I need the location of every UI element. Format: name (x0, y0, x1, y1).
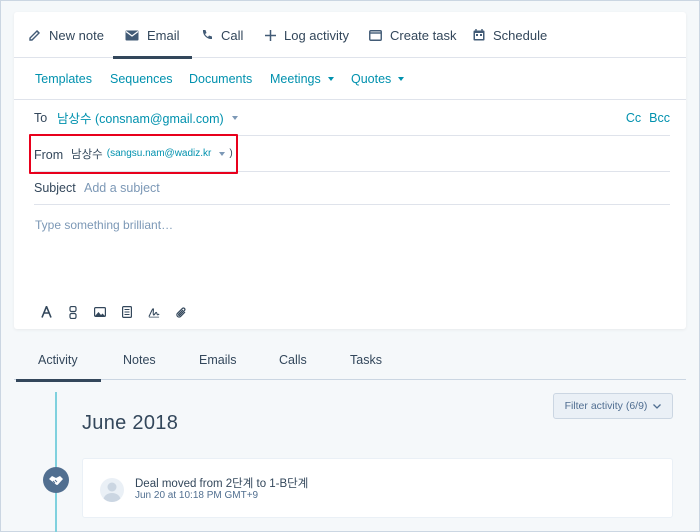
signature-icon[interactable] (148, 305, 160, 319)
to-recipient[interactable]: 남상수 (consnam@gmail.com) (57, 108, 238, 127)
timeline-line (55, 392, 57, 532)
subject-input[interactable]: Add a subject (84, 181, 160, 195)
chevron-down-icon (398, 77, 405, 81)
documents-label: Documents (189, 72, 253, 86)
quotes-label: Quotes (351, 72, 392, 86)
to-value: 남상수 (consnam@gmail.com) (57, 112, 224, 126)
envelope-icon (125, 30, 139, 41)
tab-log-activity[interactable]: Log activity (265, 12, 349, 58)
tab-create-task[interactable]: Create task (369, 12, 456, 58)
tab-label: Email (147, 27, 180, 43)
meetings-dropdown[interactable]: Meetings (270, 58, 334, 100)
tab-notes[interactable]: Notes (123, 340, 156, 380)
filter-label: Filter activity (6/9) (564, 400, 648, 412)
tab-label: Call (221, 27, 244, 43)
phone-icon (201, 29, 213, 41)
documents-link[interactable]: Documents (189, 58, 252, 100)
sequences-link[interactable]: Sequences (110, 58, 173, 100)
templates-label: Templates (35, 72, 92, 86)
timeline-tabs: Activity Notes Emails Calls Tasks (14, 340, 686, 382)
tab-call[interactable]: Call (201, 12, 243, 58)
cc-button[interactable]: Cc (626, 111, 641, 125)
timeline-entry-card[interactable]: Deal moved from 2단계 to 1-B단계 Jun 20 at 1… (82, 458, 673, 518)
email-body-input[interactable]: Type something brilliant… (35, 218, 173, 232)
sequences-label: Sequences (110, 72, 173, 86)
tab-emails[interactable]: Emails (199, 340, 237, 380)
tab-label: Emails (199, 353, 237, 367)
to-row: To 남상수 (consnam@gmail.com) Cc Bcc (34, 100, 670, 136)
subject-row: Subject Add a subject (34, 172, 670, 205)
tab-label: Schedule (493, 27, 548, 43)
tab-email[interactable]: Email (113, 12, 191, 59)
bcc-button[interactable]: Bcc (649, 111, 670, 125)
tab-activity[interactable]: Activity (16, 340, 100, 382)
meetings-label: Meetings (270, 72, 321, 86)
entry-title: Deal moved from 2단계 to 1-B단계 (135, 478, 309, 490)
tab-new-note[interactable]: New note (29, 12, 104, 58)
chevron-down-icon (327, 77, 334, 81)
avatar (100, 478, 124, 502)
from-highlight-box (29, 134, 238, 174)
tab-schedule[interactable]: Schedule (473, 12, 547, 58)
subject-label: Subject (34, 181, 76, 195)
to-label: To (34, 110, 48, 125)
attachment-icon[interactable] (175, 305, 187, 319)
tab-label: Log activity (284, 27, 350, 43)
editor-toolbar (40, 304, 187, 320)
tab-label: Calls (279, 353, 307, 367)
text-format-icon[interactable] (40, 305, 52, 319)
templates-link[interactable]: Templates (35, 58, 92, 100)
tab-label: Create task (390, 27, 457, 43)
tab-calls[interactable]: Calls (279, 340, 307, 380)
personalize-icon[interactable] (67, 305, 79, 319)
filter-activity-button[interactable]: Filter activity (6/9) (553, 393, 673, 419)
deal-stage-icon (43, 467, 69, 493)
calendar-icon (473, 29, 485, 41)
timeline-month-heading: June 2018 (82, 412, 179, 434)
tab-label: New note (49, 27, 104, 43)
tab-label: Notes (123, 353, 156, 367)
plus-icon (265, 29, 276, 41)
entry-timestamp: Jun 20 at 10:18 PM GMT+9 (135, 490, 259, 501)
pencil-icon (29, 29, 41, 41)
composer-tabs: New note Email Call Log activity Create … (14, 12, 686, 59)
image-icon[interactable] (94, 305, 106, 319)
email-actions: Templates Sequences Documents Meetings Q… (14, 58, 686, 100)
task-icon (369, 29, 382, 41)
tab-label: Activity (38, 353, 78, 367)
document-icon[interactable] (121, 305, 133, 319)
tab-tasks[interactable]: Tasks (350, 340, 382, 380)
chevron-down-icon (231, 115, 238, 120)
chevron-down-icon (653, 400, 662, 412)
tab-label: Tasks (350, 353, 382, 367)
quotes-dropdown[interactable]: Quotes (351, 58, 405, 100)
